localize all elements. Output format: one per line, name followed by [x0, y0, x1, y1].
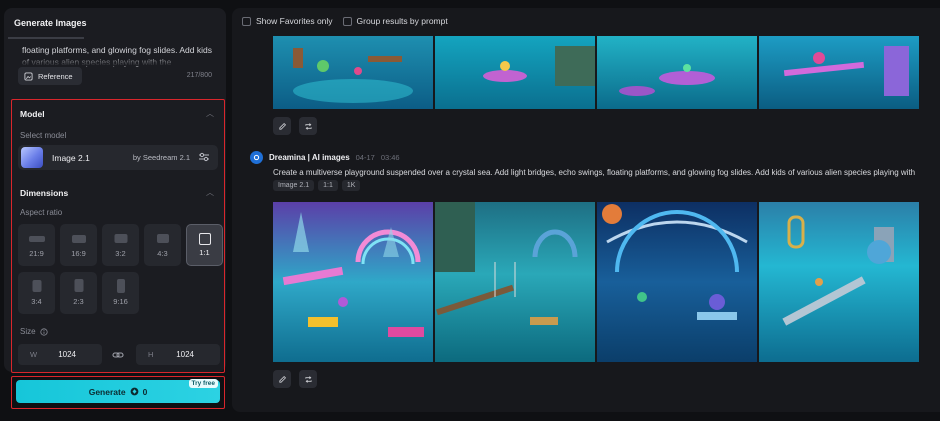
- results-panel: Show Favorites only Group results by pro…: [232, 8, 940, 412]
- settings-section: Model ︿ Select model Image 2.1 by Seedre…: [11, 99, 225, 373]
- pencil-icon: [278, 375, 286, 383]
- pencil-icon: [278, 122, 286, 130]
- tag-ratio: 1:1: [318, 180, 338, 191]
- image-reference-icon: [24, 71, 33, 81]
- remix-button[interactable]: [299, 117, 317, 135]
- sliders-icon[interactable]: [198, 151, 210, 163]
- tab-underline: [8, 37, 84, 39]
- ratio-21-9[interactable]: 21:9: [18, 224, 55, 266]
- result-date: 04-17: [355, 153, 375, 162]
- ratio-shape: [74, 279, 83, 292]
- result-tags: Image 2.1 1:1 1K: [273, 180, 361, 191]
- dreamina-logo-icon: [253, 154, 260, 161]
- ratio-label: 9:16: [113, 297, 128, 306]
- result-image[interactable]: [597, 36, 757, 109]
- generate-button[interactable]: Generate 0 Try free: [16, 379, 220, 403]
- ratio-shape: [114, 234, 127, 243]
- result-image[interactable]: [597, 202, 757, 362]
- repeat-icon: [304, 375, 312, 383]
- ratio-9-16[interactable]: 9:16: [102, 272, 139, 314]
- ratio-2-3[interactable]: 2:3: [60, 272, 97, 314]
- ratio-shape: [198, 233, 211, 245]
- chevron-up-icon[interactable]: ︿: [206, 108, 214, 119]
- tag-resolution: 1K: [341, 180, 361, 191]
- model-selector[interactable]: Image 2.1 by Seedream 2.1: [18, 145, 218, 170]
- ratio-shape: [156, 234, 169, 243]
- edit-button[interactable]: [273, 370, 291, 388]
- result-image[interactable]: [759, 202, 919, 362]
- result-prompt[interactable]: Create a multiverse playground suspended…: [273, 168, 940, 177]
- group-label: Group results by prompt: [356, 16, 448, 26]
- width-value: 1024: [58, 350, 76, 359]
- credit-count: 0: [142, 386, 148, 397]
- ratio-label: 3:2: [115, 249, 126, 258]
- ratio-label: 1:1: [199, 248, 210, 257]
- result-image[interactable]: [759, 36, 919, 109]
- favorites-label: Show Favorites only: [256, 16, 333, 26]
- generate-label: Generate: [88, 386, 126, 397]
- group-checkbox[interactable]: Group results by prompt: [342, 16, 448, 26]
- ratio-3-2[interactable]: 3:2: [102, 224, 139, 266]
- reference-button[interactable]: Reference: [18, 67, 82, 85]
- height-key: H: [148, 350, 154, 359]
- dimensions-title: Dimensions: [20, 188, 69, 198]
- chevron-up-icon[interactable]: ︿: [206, 187, 214, 198]
- height-value: 1024: [176, 350, 194, 359]
- reference-label: Reference: [38, 71, 73, 81]
- width-key: W: [30, 350, 38, 359]
- filter-bar: Show Favorites only Group results by pro…: [242, 16, 448, 26]
- tag-model: Image 2.1: [273, 180, 315, 191]
- result-time: 03:46: [380, 153, 400, 162]
- link-icon[interactable]: [112, 349, 124, 361]
- result-header: Dreamina | AI images 04-17 03:46: [250, 151, 400, 164]
- ratio-16-9[interactable]: 16:9: [60, 224, 97, 266]
- result-image[interactable]: [435, 202, 595, 362]
- ratio-shape: [71, 235, 86, 243]
- edit-button[interactable]: [273, 117, 291, 135]
- ratio-label: 21:9: [29, 249, 44, 258]
- ratio-shape: [116, 279, 125, 293]
- author-name: Dreamina | AI images: [269, 153, 350, 162]
- model-name: Image 2.1: [52, 153, 90, 163]
- favorites-checkbox[interactable]: Show Favorites only: [242, 16, 333, 26]
- repeat-icon: [304, 122, 312, 130]
- result-image[interactable]: [273, 202, 433, 362]
- result-image[interactable]: [273, 36, 433, 109]
- credit-coin-icon: [130, 387, 138, 396]
- height-field[interactable]: H 1024: [136, 344, 220, 365]
- tab-generate-images[interactable]: Generate Images: [14, 18, 87, 28]
- size-label-row: Size: [20, 327, 48, 336]
- size-label: Size: [20, 327, 36, 336]
- aspect-ratio-label: Aspect ratio: [20, 208, 63, 217]
- model-provider: by Seedream 2.1: [132, 153, 190, 162]
- left-panel: Generate Images floating platforms, and …: [4, 8, 226, 412]
- current-image-row: [273, 202, 919, 362]
- model-thumbnail: [21, 147, 43, 168]
- generate-highlight: Generate 0 Try free: [11, 376, 225, 409]
- checkbox-box[interactable]: [342, 16, 352, 26]
- previous-image-row: [273, 36, 919, 109]
- ratio-3-4[interactable]: 3:4: [18, 272, 55, 314]
- avatar[interactable]: [250, 151, 263, 164]
- try-free-badge: Try free: [188, 379, 218, 388]
- char-counter: 217/800: [186, 72, 212, 79]
- ratio-4-3[interactable]: 4:3: [144, 224, 181, 266]
- ratio-label: 3:4: [31, 297, 42, 306]
- select-model-label: Select model: [20, 131, 67, 140]
- checkbox-box[interactable]: [242, 16, 251, 26]
- result-image[interactable]: [435, 36, 595, 109]
- ratio-shape: [28, 236, 45, 242]
- remix-button[interactable]: [299, 370, 317, 388]
- width-field[interactable]: W 1024: [18, 344, 102, 365]
- ratio-shape: [32, 280, 41, 292]
- ratio-label: 2:3: [73, 297, 84, 306]
- ratio-1-1[interactable]: 1:1: [186, 224, 223, 266]
- ratio-label: 4:3: [157, 249, 168, 258]
- prompt-fade: [14, 56, 222, 66]
- model-title: Model: [20, 109, 45, 119]
- info-icon[interactable]: [39, 327, 48, 336]
- ratio-label: 16:9: [71, 249, 86, 258]
